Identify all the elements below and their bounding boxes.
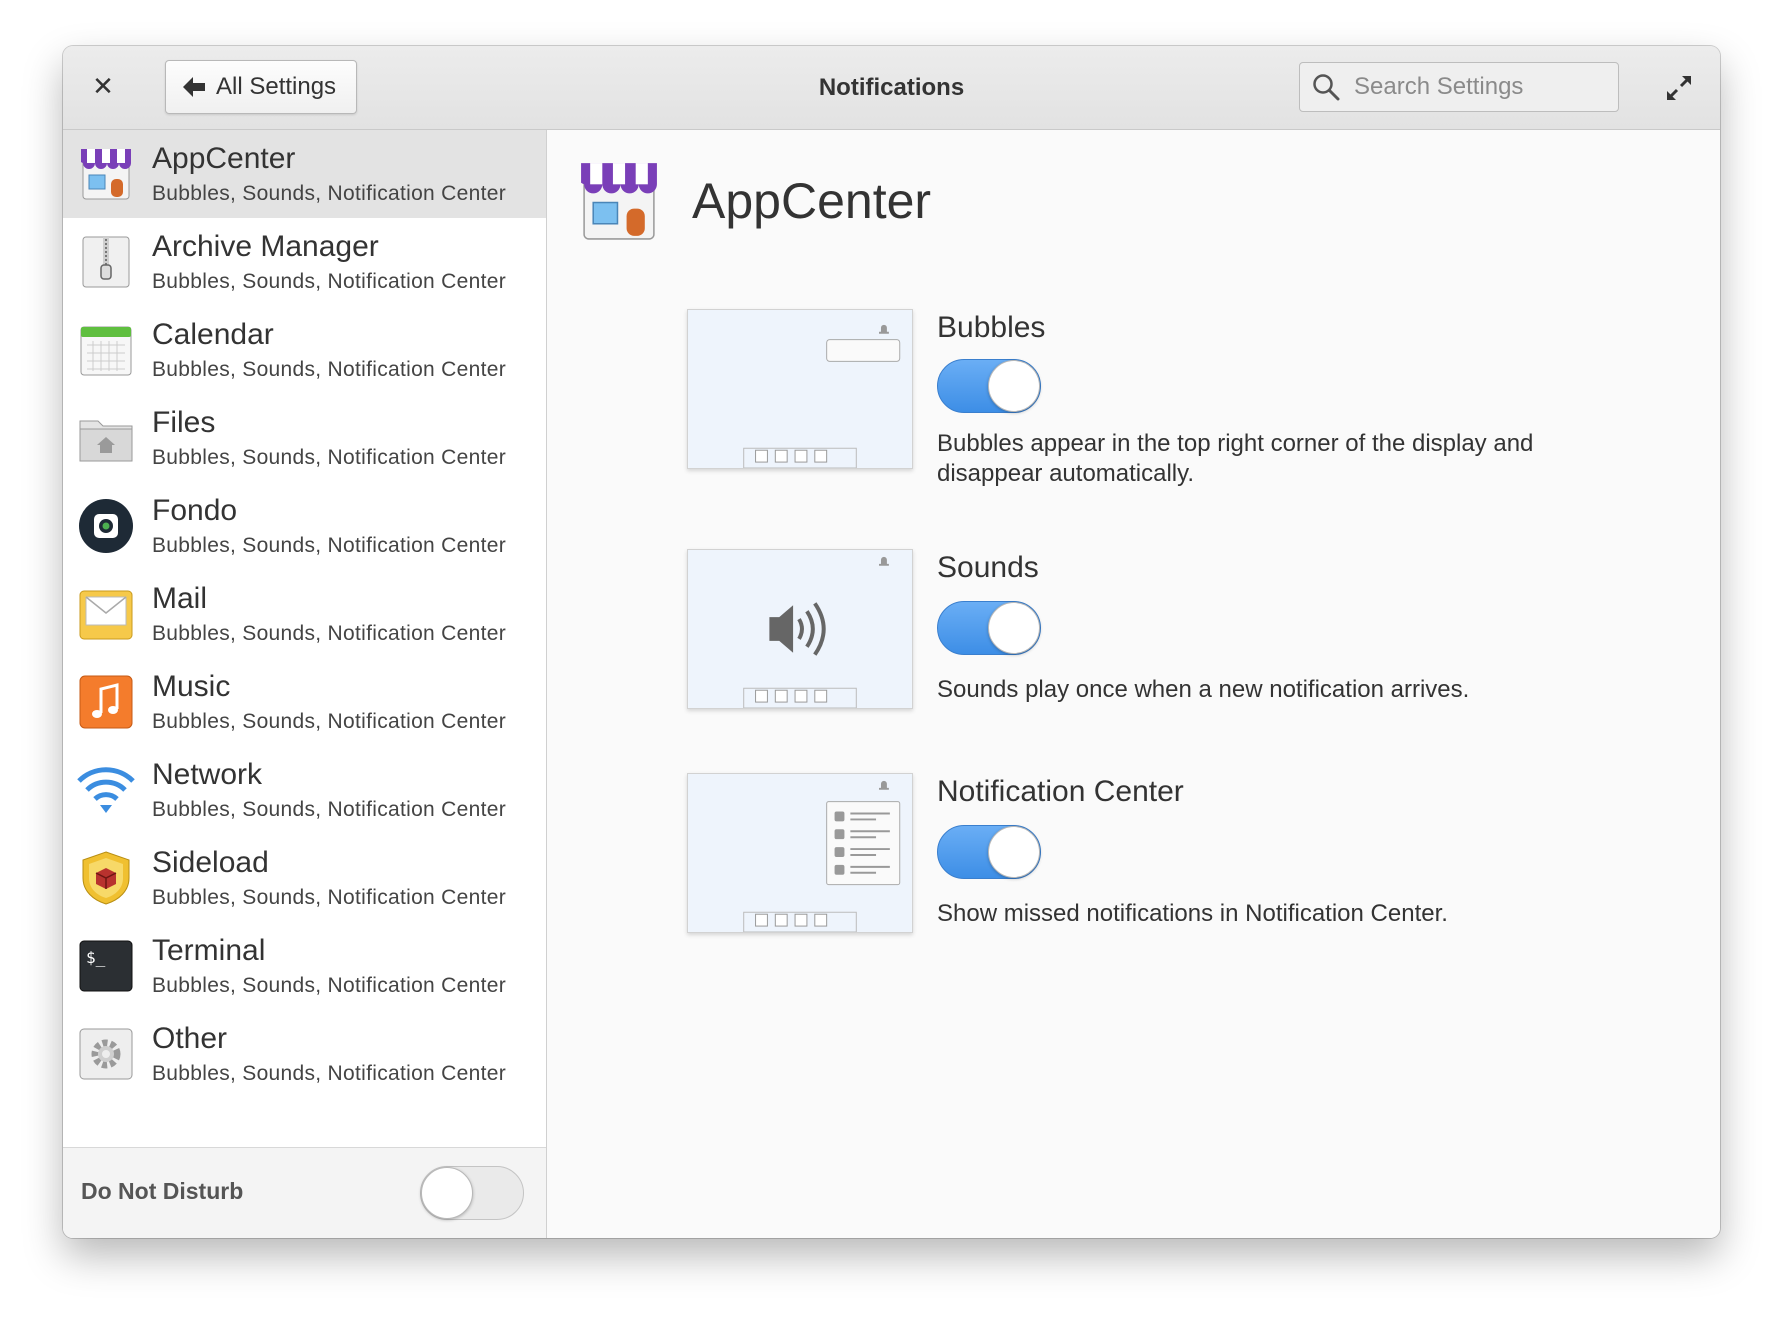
switch-knob: [988, 360, 1040, 412]
sidebar-item-fondo[interactable]: Fondo Bubbles, Sounds, Notification Cent…: [63, 482, 546, 570]
do-not-disturb-bar: Do Not Disturb: [63, 1147, 546, 1238]
do-not-disturb-label: Do Not Disturb: [81, 1178, 244, 1204]
mail-icon: [79, 590, 133, 640]
sidebar-item-label: Fondo: [152, 494, 238, 527]
terminal-icon: $_: [79, 940, 133, 992]
sidebar-item-label: Other: [152, 1022, 228, 1055]
sounds-description: Sounds play once when a new notification…: [937, 676, 1470, 703]
sidebar-item-terminal[interactable]: $_ Terminal Bubbles, Sounds, Notificatio…: [63, 922, 546, 1010]
sidebar-item-subtitle: Bubbles, Sounds, Notification Center: [152, 974, 506, 997]
sidebar-item-appcenter[interactable]: AppCenter Bubbles, Sounds, Notification …: [63, 130, 546, 218]
switch-knob: [988, 826, 1040, 878]
app-list: AppCenter Bubbles, Sounds, Notification …: [63, 130, 546, 1098]
arrow-left-icon: [183, 77, 205, 97]
sounds-title: Sounds: [937, 551, 1039, 584]
sidebar-item-mail[interactable]: Mail Bubbles, Sounds, Notification Cente…: [63, 570, 546, 658]
gear-icon: [79, 1028, 133, 1080]
all-settings-button[interactable]: All Settings: [165, 60, 357, 114]
notification-center-preview-illustration: [687, 773, 913, 933]
fondo-icon: [79, 499, 133, 553]
sidebar-item-other[interactable]: Other Bubbles, Sounds, Notification Cent…: [63, 1010, 546, 1098]
sidebar-item-label: Calendar: [152, 318, 274, 351]
sidebar-item-label: Files: [152, 406, 216, 439]
close-button[interactable]: ✕: [83, 66, 123, 106]
files-icon: [79, 420, 133, 462]
sidebar-item-subtitle: Bubbles, Sounds, Notification Center: [152, 1062, 506, 1085]
network-icon: [77, 767, 135, 813]
sidebar-item-network[interactable]: Network Bubbles, Sounds, Notification Ce…: [63, 746, 546, 834]
search-input[interactable]: [1352, 72, 1596, 102]
sidebar-item-subtitle: Bubbles, Sounds, Notification Center: [152, 886, 506, 909]
appcenter-icon: [81, 149, 131, 200]
sidebar-item-subtitle: Bubbles, Sounds, Notification Center: [152, 358, 506, 381]
music-icon: [79, 675, 133, 729]
sidebar-item-subtitle: Bubbles, Sounds, Notification Center: [152, 182, 506, 205]
sounds-switch[interactable]: [937, 601, 1041, 655]
switch-knob: [988, 602, 1040, 654]
sidebar-item-label: Archive Manager: [152, 230, 379, 263]
sidebar-item-calendar[interactable]: Calendar Bubbles, Sounds, Notification C…: [63, 306, 546, 394]
settings-window: ✕ All Settings Notifications Search Sett…: [63, 46, 1720, 1238]
bubbles-preview-illustration: [687, 309, 913, 469]
sidebar-item-files[interactable]: Files Bubbles, Sounds, Notification Cent…: [63, 394, 546, 482]
app-settings-panel: AppCenter Bubbles Bubbles appear in the …: [547, 130, 1720, 1238]
sidebar-item-subtitle: Bubbles, Sounds, Notification Center: [152, 710, 506, 733]
svg-text:$_: $_: [86, 948, 106, 967]
sidebar-item-subtitle: Bubbles, Sounds, Notification Center: [152, 446, 506, 469]
sounds-preview-illustration: [687, 549, 913, 709]
sidebar-item-subtitle: Bubbles, Sounds, Notification Center: [152, 270, 506, 293]
sidebar-item-label: Terminal: [152, 934, 266, 967]
search-icon: [1313, 74, 1340, 101]
sidebar-item-label: AppCenter: [152, 142, 296, 175]
maximize-icon[interactable]: [1663, 72, 1695, 104]
all-settings-label: All Settings: [216, 73, 337, 100]
switch-knob: [421, 1167, 473, 1219]
search-field[interactable]: [1299, 62, 1619, 112]
sideload-icon: [82, 851, 130, 905]
sidebar-item-label: Music: [152, 670, 231, 703]
notification-center-description: Show missed notifications in Notificatio…: [937, 900, 1448, 927]
calendar-icon: [80, 326, 132, 376]
appcenter-icon: [581, 163, 657, 240]
notification-center-title: Notification Center: [937, 775, 1184, 808]
sidebar: AppCenter Bubbles, Sounds, Notification …: [63, 130, 547, 1238]
sidebar-item-music[interactable]: Music Bubbles, Sounds, Notification Cent…: [63, 658, 546, 746]
sidebar-item-subtitle: Bubbles, Sounds, Notification Center: [152, 534, 506, 557]
app-title: AppCenter: [692, 173, 932, 229]
sidebar-item-subtitle: Bubbles, Sounds, Notification Center: [152, 798, 506, 821]
bubbles-title: Bubbles: [937, 311, 1046, 344]
notification-center-switch[interactable]: [937, 825, 1041, 879]
sidebar-item-archive-manager[interactable]: Archive Manager Bubbles, Sounds, Notific…: [63, 218, 546, 306]
sidebar-item-subtitle: Bubbles, Sounds, Notification Center: [152, 622, 506, 645]
sidebar-item-label: Mail: [152, 582, 208, 615]
titlebar: ✕ All Settings Notifications: [63, 46, 1720, 130]
sidebar-item-label: Network: [152, 758, 263, 791]
archive-manager-icon: [82, 236, 130, 288]
sidebar-item-sideload[interactable]: Sideload Bubbles, Sounds, Notification C…: [63, 834, 546, 922]
bubbles-switch[interactable]: [937, 359, 1041, 413]
sidebar-item-label: Sideload: [152, 846, 269, 879]
bubbles-description: Bubbles appear in the top right corner o…: [937, 430, 1534, 487]
do-not-disturb-switch[interactable]: [420, 1166, 524, 1220]
